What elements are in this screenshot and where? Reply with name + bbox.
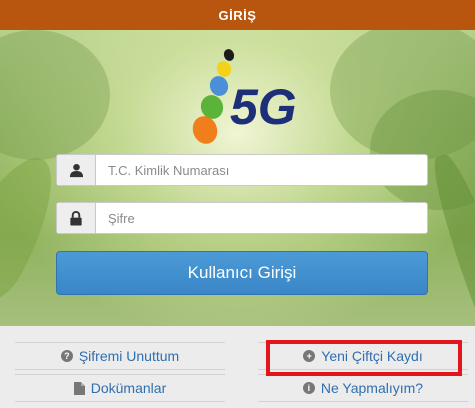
logo-dot <box>216 61 232 77</box>
documents-label: Dokümanlar <box>90 380 167 396</box>
documents-link[interactable]: Dokümanlar <box>15 374 225 402</box>
user-icon <box>57 155 96 185</box>
logo-dot <box>223 49 235 61</box>
page-title: GİRİŞ <box>218 7 257 23</box>
new-farmer-registration-label: Yeni Çiftçi Kaydı <box>321 348 423 364</box>
forgot-password-label: Şifremi Unuttum <box>78 348 180 364</box>
login-button-label: Kullanıcı Girişi <box>187 263 297 282</box>
question-circle-icon: ? <box>60 350 73 362</box>
info-circle-icon: i <box>302 382 315 394</box>
forgot-password-link[interactable]: ? Şifremi Unuttum <box>15 342 225 370</box>
logo-text: 5G <box>230 79 295 135</box>
login-panel: 5G Kullanıcı Girişi <box>0 30 475 326</box>
password-input[interactable] <box>96 203 427 233</box>
what-to-do-link[interactable]: i Ne Yapmalıyım? <box>258 374 468 402</box>
login-button[interactable]: Kullanıcı Girişi <box>56 251 428 295</box>
logo: 5G <box>192 49 295 144</box>
plus-circle-icon: + <box>303 350 316 362</box>
lock-icon <box>57 203 96 233</box>
page-header: GİRİŞ <box>0 0 475 31</box>
tc-kimlik-field[interactable] <box>56 154 428 186</box>
new-farmer-registration-link[interactable]: + Yeni Çiftçi Kaydı <box>258 342 468 370</box>
what-to-do-label: Ne Yapmalıyım? <box>320 380 424 396</box>
password-field[interactable] <box>56 202 428 234</box>
background-tree <box>0 30 110 160</box>
file-icon <box>73 381 85 395</box>
links-area: ? Şifremi Unuttum Dokümanlar + Yeni Çift… <box>0 326 475 408</box>
tc-kimlik-input[interactable] <box>96 155 427 185</box>
logo-dot <box>209 76 229 96</box>
